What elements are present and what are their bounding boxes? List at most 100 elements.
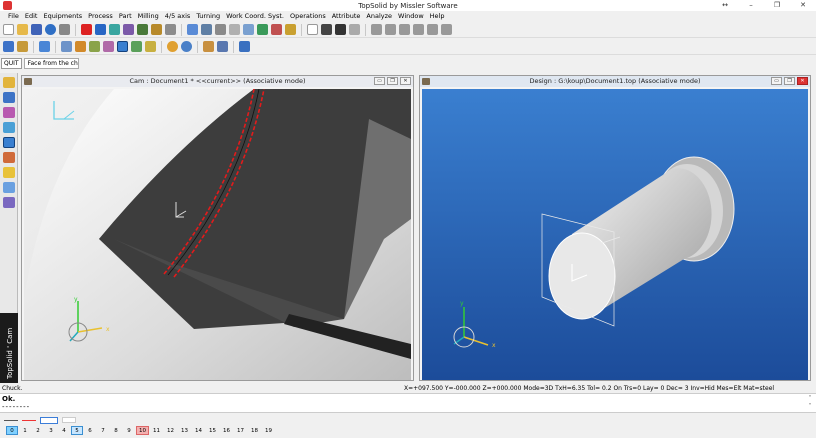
surface-icon[interactable] (3, 107, 15, 118)
solid-icon[interactable] (3, 92, 15, 103)
layer-13[interactable]: 13 (178, 426, 191, 435)
menu-analyze[interactable]: Analyze (366, 11, 392, 22)
new-document-icon[interactable] (3, 24, 14, 35)
layer-9[interactable]: 9 (123, 426, 135, 435)
line-icon[interactable] (215, 24, 226, 35)
fill-swatch[interactable] (62, 417, 76, 423)
open-folder-icon[interactable] (17, 24, 28, 35)
menu-4-5-axis[interactable]: 4/5 axis (165, 11, 191, 22)
point-style-icon[interactable] (321, 24, 332, 35)
layer-3[interactable]: 3 (45, 426, 57, 435)
scroll-down-icon[interactable]: ˅ (806, 403, 814, 411)
layer-12[interactable]: 12 (164, 426, 177, 435)
menu-attribute[interactable]: Attribute (332, 11, 361, 22)
maximize-button[interactable]: ❐ (764, 0, 790, 11)
print-icon[interactable] (59, 24, 70, 35)
save-icon[interactable] (31, 24, 42, 35)
delete-icon[interactable] (81, 24, 92, 35)
machine-icon[interactable] (39, 41, 50, 52)
tool-icon[interactable] (3, 152, 15, 163)
cam-setup-icon[interactable] (3, 41, 14, 52)
verify-icon[interactable] (181, 41, 192, 52)
zoom-icon[interactable] (243, 24, 254, 35)
simulation-icon[interactable] (3, 182, 15, 193)
facing-icon[interactable] (61, 41, 72, 52)
layer-10[interactable]: 10 (136, 426, 149, 435)
layer-8[interactable]: 8 (110, 426, 122, 435)
layers-icon[interactable] (137, 24, 148, 35)
undo-icon[interactable] (95, 24, 106, 35)
curve-icon[interactable] (201, 24, 212, 35)
grid-icon[interactable] (371, 24, 382, 35)
cam-restore-button[interactable]: ❐ (387, 77, 398, 85)
cam-window-titlebar[interactable]: Cam : Document1 * <<current>> (Associati… (22, 76, 413, 87)
menu-file[interactable]: File (8, 11, 19, 22)
scroll-up-icon[interactable]: ˄ (806, 395, 814, 403)
ortho-icon[interactable] (399, 24, 410, 35)
drilling-icon[interactable] (131, 41, 142, 52)
command-prompt[interactable]: Face from the chuck (23, 57, 79, 69)
line-weight-icon[interactable] (335, 24, 346, 35)
line-style-swatch[interactable] (4, 419, 18, 421)
layer-1[interactable]: 1 (19, 426, 31, 435)
query-icon[interactable] (187, 24, 198, 35)
design-viewport[interactable]: y x (422, 89, 808, 380)
filter-icon[interactable] (441, 24, 452, 35)
layer-19[interactable]: 19 (262, 426, 275, 435)
layer-15[interactable]: 15 (206, 426, 219, 435)
design-window-titlebar[interactable]: Design : G:\koup\Document1.top (Associat… (420, 76, 810, 87)
simulate-icon[interactable] (167, 41, 178, 52)
layer-2[interactable]: 2 (32, 426, 44, 435)
layer-5[interactable]: 5 (71, 426, 83, 435)
edit-icon[interactable] (151, 24, 162, 35)
resize-button[interactable]: ↔ (712, 0, 738, 11)
threading-icon[interactable] (117, 41, 128, 52)
turning-icon[interactable] (3, 137, 15, 148)
measure-icon[interactable] (123, 24, 134, 35)
info-icon[interactable] (45, 24, 56, 35)
toolpath-list-icon[interactable] (203, 41, 214, 52)
cam-minimize-button[interactable]: ▭ (374, 77, 385, 85)
document-icon[interactable] (239, 41, 250, 52)
nc-output-icon[interactable] (217, 41, 228, 52)
menu-process[interactable]: Process (88, 11, 113, 22)
grooving-icon[interactable] (103, 41, 114, 52)
view-icon[interactable] (271, 24, 282, 35)
layer-4[interactable]: 4 (58, 426, 70, 435)
layer-6[interactable]: 6 (84, 426, 96, 435)
minimize-button[interactable]: – (738, 0, 764, 11)
layer-17[interactable]: 17 (234, 426, 247, 435)
layer-11[interactable]: 11 (150, 426, 163, 435)
cam-close-button[interactable]: ✕ (400, 77, 411, 85)
layer-16[interactable]: 16 (220, 426, 233, 435)
stock-icon[interactable] (17, 41, 28, 52)
coolant-icon[interactable] (3, 167, 15, 178)
design-3d-scene[interactable]: y x (422, 89, 808, 380)
machining-icon[interactable] (3, 122, 15, 133)
zoom-fit-icon[interactable] (257, 24, 268, 35)
postprocessor-icon[interactable] (3, 197, 15, 208)
close-button[interactable]: ✕ (790, 0, 816, 11)
menu-turning[interactable]: Turning (196, 11, 220, 22)
dimension-icon[interactable] (229, 24, 240, 35)
hatch-icon[interactable] (349, 24, 360, 35)
message-scrollbar[interactable]: ˄ ˅ (806, 395, 814, 412)
design-restore-button[interactable]: ❐ (784, 77, 795, 85)
menu-edit[interactable]: Edit (25, 11, 38, 22)
snap-icon[interactable] (385, 24, 396, 35)
layer-7[interactable]: 7 (97, 426, 109, 435)
roughing-icon[interactable] (75, 41, 86, 52)
menu-work-coord-syst[interactable]: Work Coord. Syst. (226, 11, 284, 22)
menu-part[interactable]: Part (119, 11, 132, 22)
display-icon[interactable] (427, 24, 438, 35)
menu-milling[interactable]: Milling (138, 11, 159, 22)
plane-icon[interactable] (413, 24, 424, 35)
parting-icon[interactable] (145, 41, 156, 52)
menu-equipments[interactable]: Equipments (43, 11, 82, 22)
menu-operations[interactable]: Operations (290, 11, 326, 22)
cam-viewport[interactable]: y x (24, 88, 411, 380)
color-icon[interactable] (165, 24, 176, 35)
pencil-icon[interactable] (3, 77, 15, 88)
redo-icon[interactable] (109, 24, 120, 35)
layer-0[interactable]: 0 (6, 426, 18, 435)
